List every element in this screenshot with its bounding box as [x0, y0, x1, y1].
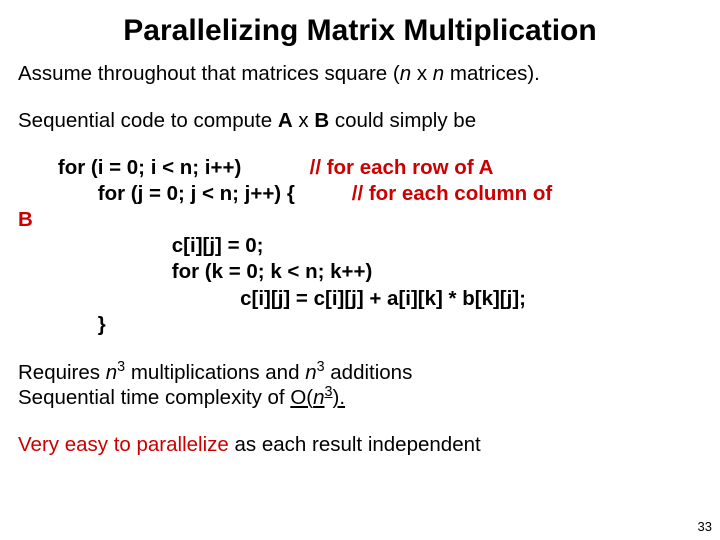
comp-o: O(	[290, 386, 313, 409]
code-l2b: // for each column of	[352, 182, 552, 205]
intro-n1: n	[400, 62, 411, 85]
intro-post: matrices).	[444, 62, 540, 85]
code-l5: for (k = 0; k < n; k++)	[18, 260, 372, 283]
seq-post: could simply be	[329, 109, 476, 132]
req-n1: n	[106, 361, 117, 384]
seq-b: B	[314, 109, 329, 132]
seq-a: A	[278, 109, 293, 132]
easy-text: Very easy to parallelize as each result …	[18, 432, 702, 457]
requires-text: Requires n3 multiplications and n3 addit…	[18, 360, 702, 385]
req-n2: n	[305, 361, 316, 384]
intro-n2: n	[433, 62, 444, 85]
code-l4: c[i][j] = 0;	[18, 234, 263, 257]
req-post: additions	[325, 361, 413, 384]
comp-close: ).	[333, 386, 346, 409]
code-l2a: for (j = 0; j < n; j++) {	[18, 182, 352, 205]
req-exp1: 3	[117, 359, 125, 375]
code-l1a: for (i = 0; i < n; i++)	[18, 156, 310, 179]
complexity-text: Sequential time complexity of O(n3).	[18, 385, 702, 410]
req-exp2: 3	[317, 359, 325, 375]
seq-x: x	[293, 109, 315, 132]
intro-mid: x	[411, 62, 433, 85]
code-l6: c[i][j] = c[i][j] + a[i][k] * b[k][j];	[18, 287, 526, 310]
code-block: for (i = 0; i < n; i++) // for each row …	[18, 155, 702, 339]
page-number: 33	[698, 519, 712, 534]
req-pre: Requires	[18, 361, 106, 384]
code-l3: B	[18, 208, 33, 231]
easy-post: as each result independent	[229, 433, 481, 456]
seq-pre: Sequential code to compute	[18, 109, 278, 132]
slide-title: Parallelizing Matrix Multiplication	[0, 0, 720, 49]
intro-pre: Assume throughout that matrices square (	[18, 62, 400, 85]
comp-n: n	[313, 386, 324, 409]
intro-text: Assume throughout that matrices square (…	[18, 61, 702, 86]
code-l7: }	[18, 313, 106, 336]
comp-exp: 3	[325, 384, 333, 400]
req-mid: multiplications and	[125, 361, 305, 384]
sequential-text: Sequential code to compute A x B could s…	[18, 108, 702, 133]
easy-red: Very easy to parallelize	[18, 433, 229, 456]
code-l1b: // for each row of A	[310, 156, 494, 179]
comp-pre: Sequential time complexity of	[18, 386, 290, 409]
